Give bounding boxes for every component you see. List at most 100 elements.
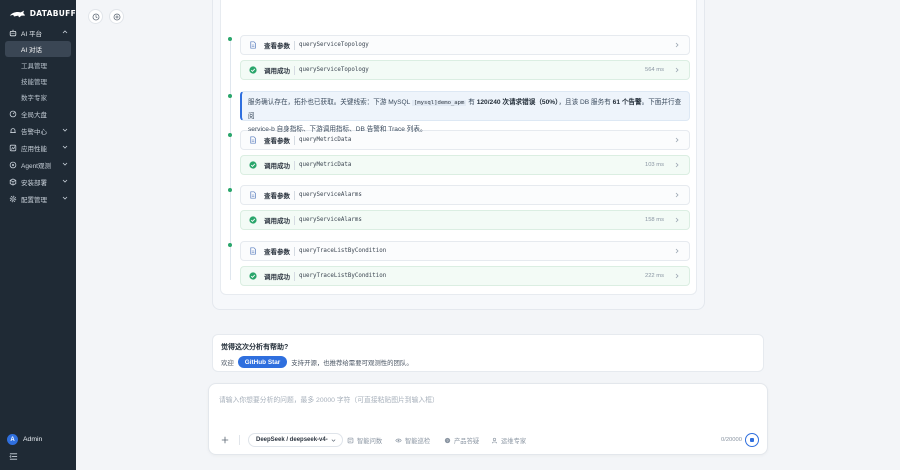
sidebar: DATABUFF AI 平台 AI 对话 工具管理 技能管理 数字专家 全局大盘…: [0, 0, 76, 470]
query-icon: [347, 437, 354, 444]
chevron-right-icon: [675, 137, 679, 143]
function-name: queryTraceListByCondition: [299, 248, 387, 254]
sidebar-item-label: 应用性能: [21, 145, 47, 153]
tool-call-result-row[interactable]: 调用成功 queryServiceAlarms 158 ms: [240, 210, 690, 230]
sidebar-item-ai-platform[interactable]: AI 平台: [0, 24, 76, 41]
user-icon: [491, 437, 498, 444]
package-icon: [8, 177, 17, 186]
feedback-suffix: 支持开源，也推荐给需要可观测性的团队。: [291, 359, 413, 367]
sidebar-item-app-performance[interactable]: 应用性能: [0, 139, 76, 156]
duration: 564 ms: [644, 67, 664, 73]
chevron-down-icon: [62, 145, 68, 149]
step-label: 调用成功: [264, 274, 290, 281]
tool-product-qa[interactable]: ? 产品答疑: [444, 436, 479, 445]
function-name: queryMetricData: [299, 137, 352, 143]
params-status: [249, 41, 257, 49]
tool-call-result-row[interactable]: 调用成功 queryTraceListByCondition 222 ms: [240, 266, 690, 286]
function-name: queryMetricData: [299, 162, 352, 168]
tool-call-result-row[interactable]: 调用成功 queryServiceTopology 564 ms: [240, 60, 690, 80]
chevron-up-icon: [62, 30, 68, 34]
document-icon: [250, 41, 256, 49]
sidebar-item-config-management[interactable]: 配置管理: [0, 190, 76, 207]
chevron-right-icon: [675, 67, 679, 73]
eye-icon: [395, 438, 402, 443]
sidebar-item-label: Agent观测: [21, 162, 51, 170]
document-icon: [250, 247, 256, 255]
collapse-sidebar-icon[interactable]: [9, 452, 18, 461]
duration: 103 ms: [644, 162, 664, 168]
github-star-button[interactable]: GitHub Star: [237, 356, 288, 368]
sidebar-item-ai-chat[interactable]: AI 对话: [5, 41, 71, 57]
sidebar-item-digital-expert[interactable]: 数字专家: [5, 89, 71, 105]
bell-icon: [8, 126, 17, 135]
sidebar-item-global-dashboard[interactable]: 全局大盘: [0, 105, 76, 122]
step-label: 查看参数: [264, 249, 290, 256]
check-circle-icon: [249, 66, 257, 74]
params-status: [249, 191, 257, 199]
chevron-down-icon: [62, 128, 68, 132]
svg-text:?: ?: [446, 439, 448, 443]
avatar: A: [7, 434, 18, 445]
brand-logo[interactable]: DATABUFF: [0, 0, 76, 22]
chat-composer[interactable]: 请输入你想要分析的问题，最多 20000 字符（可直接粘贴图片到输入框） Dee…: [208, 383, 768, 455]
send-button[interactable]: [745, 433, 759, 447]
tool-call-params-row[interactable]: 查看参数 queryServiceTopology: [240, 35, 690, 55]
leopard-logo-icon: [9, 10, 25, 17]
function-name: queryServiceTopology: [299, 42, 369, 48]
feedback-line: 欢迎 GitHub Star 支持开源，也推荐给需要可观测性的团队。: [221, 356, 413, 368]
new-chat-button[interactable]: [109, 9, 124, 24]
chevron-right-icon: [675, 42, 679, 48]
divider: [294, 135, 295, 145]
sidebar-item-tool-management[interactable]: 工具管理: [5, 57, 71, 73]
char-counter: 0/20000: [721, 437, 742, 443]
feedback-title: 觉得这次分析有帮助?: [221, 344, 289, 351]
brand-name: DATABUFF: [29, 9, 76, 18]
divider: [294, 271, 295, 281]
params-status: [249, 247, 257, 255]
history-button[interactable]: [88, 9, 103, 24]
chevron-right-icon: [675, 192, 679, 198]
duration: 158 ms: [644, 217, 664, 223]
tool-label: 智能巡检: [405, 438, 431, 445]
chevron-down-icon: [62, 179, 68, 183]
timeline-dot: [228, 133, 232, 137]
sidebar-item-agent-observe[interactable]: Agent观测: [0, 156, 76, 173]
timeline-dot: [228, 37, 232, 41]
robot-icon: [8, 28, 17, 37]
tool-call-params-row[interactable]: 查看参数 queryServiceAlarms: [240, 185, 690, 205]
note-text: 有: [468, 99, 475, 106]
sidebar-item-alert-center[interactable]: 告警中心: [0, 122, 76, 139]
message-input[interactable]: 请输入你想要分析的问题，最多 20000 字符（可直接粘贴图片到输入框）: [219, 394, 439, 404]
chart-icon: [8, 143, 17, 152]
model-select-value: DeepSeek / deepseek-v4-: [256, 437, 328, 443]
check-circle-icon: [249, 161, 257, 169]
tool-call-params-row[interactable]: 查看参数 queryTraceListByCondition: [240, 241, 690, 261]
step-label: 查看参数: [264, 193, 290, 200]
check-circle-icon: [249, 216, 257, 224]
dashboard-icon: [8, 109, 17, 118]
success-status: [249, 272, 257, 280]
chevron-right-icon: [675, 217, 679, 223]
db-service-code: [mysql]demo_apm: [411, 100, 467, 106]
divider: [294, 190, 295, 200]
tool-smart-inspection[interactable]: 智能巡检: [395, 436, 430, 445]
history-icon: [92, 13, 99, 20]
note-text: service-b 自身指标、下游调用指标、DB 告警和 Trace 列表。: [248, 126, 427, 133]
step-label: 调用成功: [264, 163, 290, 170]
tool-ops-expert[interactable]: 运维专家: [491, 436, 526, 445]
sidebar-item-skill-management[interactable]: 技能管理: [5, 73, 71, 89]
tool-smart-query[interactable]: 智能问数: [347, 436, 382, 445]
tool-call-result-row[interactable]: 调用成功 queryMetricData 103 ms: [240, 155, 690, 175]
attach-button[interactable]: [218, 433, 232, 447]
sidebar-item-install-deploy[interactable]: 安装部署: [0, 173, 76, 190]
model-select[interactable]: DeepSeek / deepseek-v4-: [248, 433, 343, 447]
chevron-right-icon: [675, 248, 679, 254]
stop-icon: [750, 438, 754, 442]
function-name: queryTraceListByCondition: [299, 273, 387, 279]
step-label: 查看参数: [264, 138, 290, 145]
note-text: 服务确认存在，拓扑也已获取。关键线索：下游 MySQL: [248, 99, 411, 106]
check-circle-icon: [249, 272, 257, 280]
user-menu[interactable]: A Admin: [7, 434, 42, 445]
error-rate-highlight: 120/240 次请求错误（50%）: [476, 99, 559, 106]
success-status: [249, 161, 257, 169]
